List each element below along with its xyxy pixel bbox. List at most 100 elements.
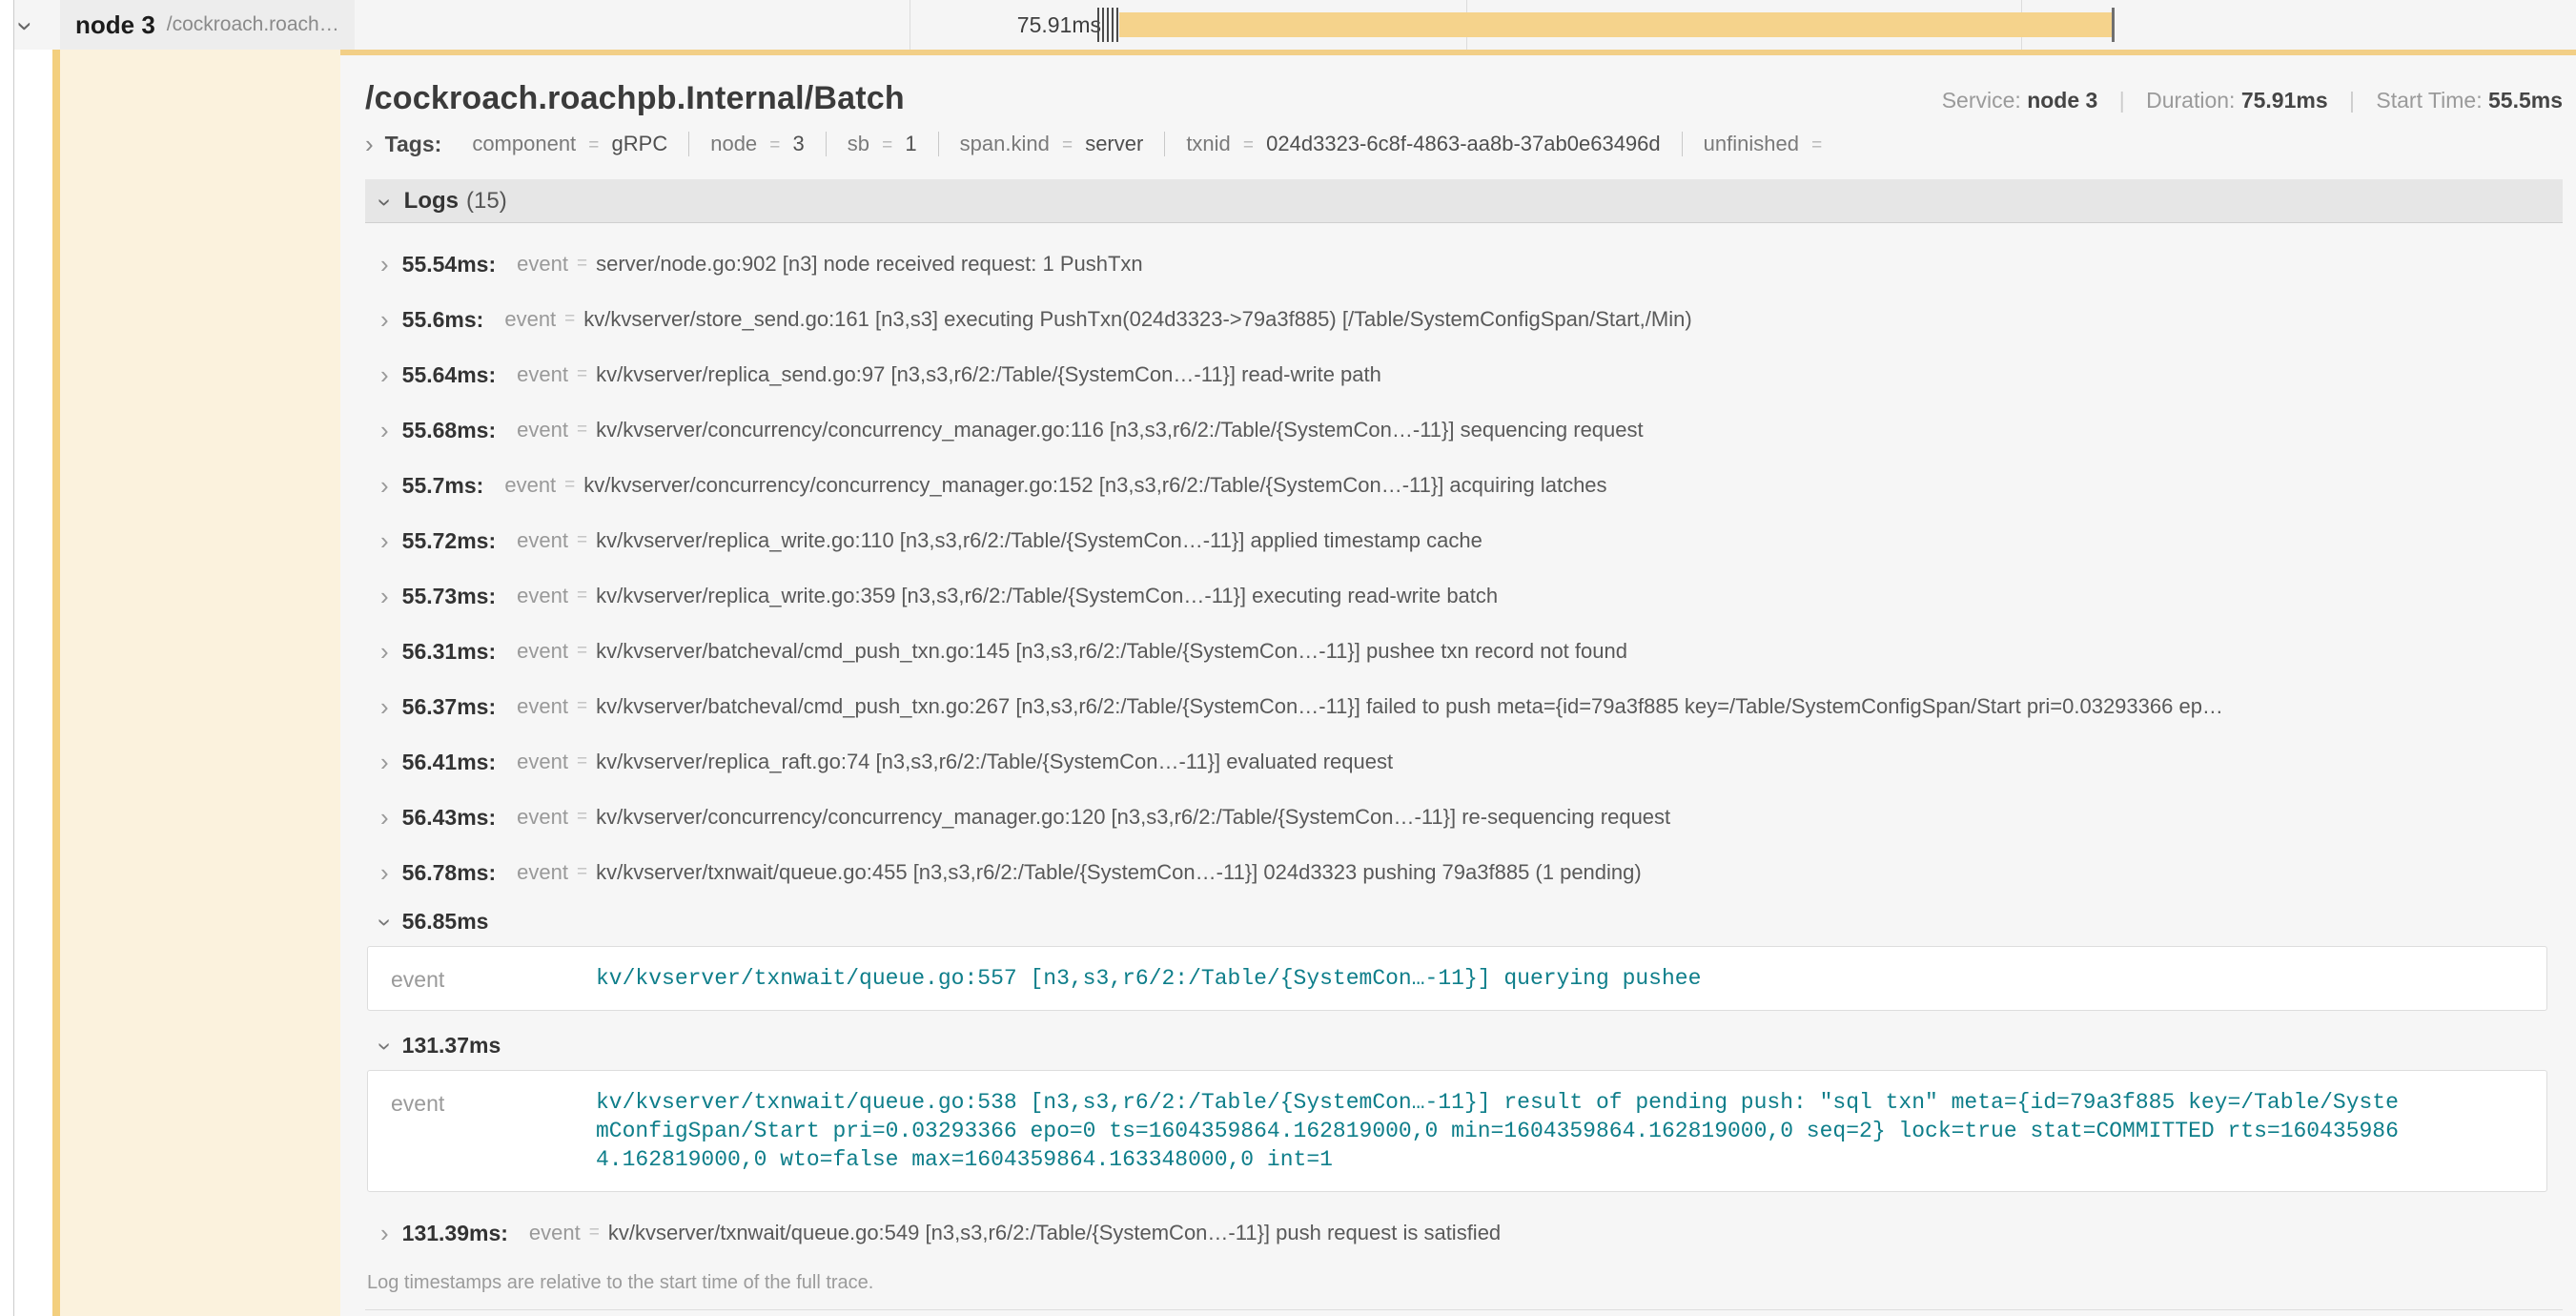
chevron-right-icon: › xyxy=(380,584,389,608)
log-field-value: kv/kvserver/txnwait/queue.go:557 [n3,s3,… xyxy=(596,964,1701,993)
log-entry-row[interactable]: › 131.37ms xyxy=(365,1024,2563,1066)
logs-section: › Logs (15) › 55.54ms: event = server/no… xyxy=(365,179,2563,1310)
log-field-key: event xyxy=(529,1221,581,1245)
chevron-right-icon: › xyxy=(380,418,389,442)
log-tick-marks xyxy=(1097,8,1121,42)
log-field-value: kv/kvserver/replica_write.go:110 [n3,s3,… xyxy=(596,528,2563,553)
log-equals: = xyxy=(577,530,587,551)
selected-span-indent-column xyxy=(60,50,355,1316)
log-field-key: event xyxy=(517,694,568,719)
log-timestamp: 55.54ms: xyxy=(402,252,496,278)
tag-item: span.kind = server xyxy=(938,132,1165,156)
log-entry-row[interactable]: › 55.7ms: event = kv/kvserver/concurrenc… xyxy=(365,458,2563,513)
log-field-key: event xyxy=(391,964,596,993)
log-field-key: event xyxy=(517,750,568,774)
tag-item: unfinished = xyxy=(1682,132,1850,156)
span-tree-guide-bar xyxy=(52,0,60,1316)
service-value: node 3 xyxy=(2027,88,2097,113)
tag-equals: = xyxy=(1062,135,1073,155)
tag-equals: = xyxy=(1243,135,1254,155)
tag-key: unfinished xyxy=(1704,132,1799,155)
log-equals: = xyxy=(577,586,587,607)
log-entry-row[interactable]: › 55.72ms: event = kv/kvserver/replica_w… xyxy=(365,513,2563,568)
span-end-log-tick xyxy=(2112,8,2115,42)
tag-value: 024d3323-6c8f-4863-aa8b-37ab0e63496d xyxy=(1266,132,1660,155)
chevron-down-icon: › xyxy=(374,1042,399,1051)
log-field-key: event xyxy=(504,307,556,332)
tag-key: txnid xyxy=(1186,132,1230,155)
log-entry-row[interactable]: › 56.31ms: event = kv/kvserver/batcheval… xyxy=(365,624,2563,679)
chevron-right-icon: › xyxy=(365,132,374,156)
log-keyvalue-card: event kv/kvserver/txnwait/queue.go:538 [… xyxy=(367,1070,2547,1192)
log-timestamp: 55.64ms: xyxy=(402,362,496,388)
tag-key: span.kind xyxy=(960,132,1050,155)
log-entry-row[interactable]: › 55.54ms: event = server/node.go:902 [n… xyxy=(365,236,2563,292)
log-entry-row[interactable]: › 56.41ms: event = kv/kvserver/replica_r… xyxy=(365,734,2563,790)
log-field-key: event xyxy=(517,639,568,664)
log-field-value: kv/kvserver/concurrency/concurrency_mana… xyxy=(583,473,2563,498)
logs-footer-note: Log timestamps are relative to the start… xyxy=(365,1261,2563,1310)
log-entry-row[interactable]: › 131.39ms: event = kv/kvserver/txnwait/… xyxy=(365,1205,2563,1261)
chevron-right-icon: › xyxy=(380,473,389,498)
log-timestamp: 56.43ms: xyxy=(402,805,496,831)
chevron-right-icon: › xyxy=(380,639,389,664)
log-equals: = xyxy=(577,696,587,717)
log-field-key: event xyxy=(517,252,568,277)
log-equals: = xyxy=(589,1223,600,1244)
tag-key: component xyxy=(472,132,576,155)
tag-item: sb = 1 xyxy=(826,132,938,156)
log-field-value: kv/kvserver/batcheval/cmd_push_txn.go:14… xyxy=(596,639,2563,664)
log-equals: = xyxy=(577,807,587,828)
log-field-value: kv/kvserver/replica_send.go:97 [n3,s3,r6… xyxy=(596,362,2563,387)
tag-value: gRPC xyxy=(612,132,668,155)
log-timestamp: 55.72ms: xyxy=(402,528,496,554)
tag-item: txnid = 024d3323-6c8f-4863-aa8b-37ab0e63… xyxy=(1164,132,1681,156)
log-entry-row[interactable]: › 56.78ms: event = kv/kvserver/txnwait/q… xyxy=(365,845,2563,900)
span-name-cell[interactable]: node 3 /cockroach.roach… xyxy=(60,0,355,50)
log-entry-expanded: › 131.37ms event kv/kvserver/txnwait/que… xyxy=(365,1024,2563,1192)
chevron-right-icon: › xyxy=(380,694,389,719)
logs-accordion-header[interactable]: › Logs (15) xyxy=(365,179,2563,223)
span-duration-bar[interactable] xyxy=(1119,12,2112,37)
service-name: node 3 xyxy=(75,10,155,40)
chevron-right-icon: › xyxy=(380,528,389,553)
log-timestamp: 56.37ms: xyxy=(402,694,496,720)
log-field-value: kv/kvserver/store_send.go:161 [n3,s3] ex… xyxy=(583,307,2563,332)
collapse-children-button[interactable]: › xyxy=(19,0,29,50)
log-entry-row[interactable]: › 55.68ms: event = kv/kvserver/concurren… xyxy=(365,402,2563,458)
tag-value: 1 xyxy=(905,132,916,155)
span-meta: Service: node 3 | Duration: 75.91ms | St… xyxy=(1942,88,2563,113)
log-timestamp: 131.39ms: xyxy=(402,1221,508,1246)
meta-divider: | xyxy=(2349,88,2355,113)
log-entry-row[interactable]: › 55.73ms: event = kv/kvserver/replica_w… xyxy=(365,568,2563,624)
tags-label: Tags: xyxy=(385,132,442,157)
log-entry-row[interactable]: › 56.37ms: event = kv/kvserver/batcheval… xyxy=(365,679,2563,734)
chevron-down-icon: › xyxy=(374,197,399,206)
tags-accordion[interactable]: › Tags: component = gRPC node = 3 sb = 1… xyxy=(365,122,2563,166)
log-keyvalue-card: event kv/kvserver/txnwait/queue.go:557 [… xyxy=(367,946,2547,1011)
span-row[interactable]: 75.91ms node 3 /cockroach.roach… xyxy=(14,0,2576,50)
log-field-key: event xyxy=(517,418,568,442)
tag-equals: = xyxy=(588,135,599,155)
left-gutter-divider xyxy=(13,0,14,1316)
chevron-right-icon: › xyxy=(380,362,389,387)
log-field-value: kv/kvserver/replica_raft.go:74 [n3,s3,r6… xyxy=(596,750,2563,774)
span-duration-label: 75.91ms xyxy=(915,0,1101,50)
log-entry-expanded: › 56.85ms event kv/kvserver/txnwait/queu… xyxy=(365,900,2563,1011)
log-field-key: event xyxy=(517,860,568,885)
log-field-key: event xyxy=(517,528,568,553)
start-time-value: 55.5ms xyxy=(2488,88,2563,113)
log-timestamp: 55.6ms: xyxy=(402,307,484,333)
log-field-value: kv/kvserver/txnwait/queue.go:549 [n3,s3,… xyxy=(608,1221,2563,1245)
chevron-right-icon: › xyxy=(380,252,389,277)
start-time-label: Start Time: xyxy=(2376,88,2482,113)
log-entry-row[interactable]: › 56.85ms xyxy=(365,900,2563,942)
log-entry-row[interactable]: › 56.43ms: event = kv/kvserver/concurren… xyxy=(365,790,2563,845)
logs-title: Logs xyxy=(404,188,459,215)
service-label: Service: xyxy=(1942,88,2021,113)
log-field-value: kv/kvserver/txnwait/queue.go:538 [n3,s3,… xyxy=(596,1088,2407,1174)
log-entry-row[interactable]: › 55.6ms: event = kv/kvserver/store_send… xyxy=(365,292,2563,347)
log-entry-row[interactable]: › 55.64ms: event = kv/kvserver/replica_s… xyxy=(365,347,2563,402)
log-equals: = xyxy=(577,751,587,772)
tag-equals: = xyxy=(769,135,780,155)
